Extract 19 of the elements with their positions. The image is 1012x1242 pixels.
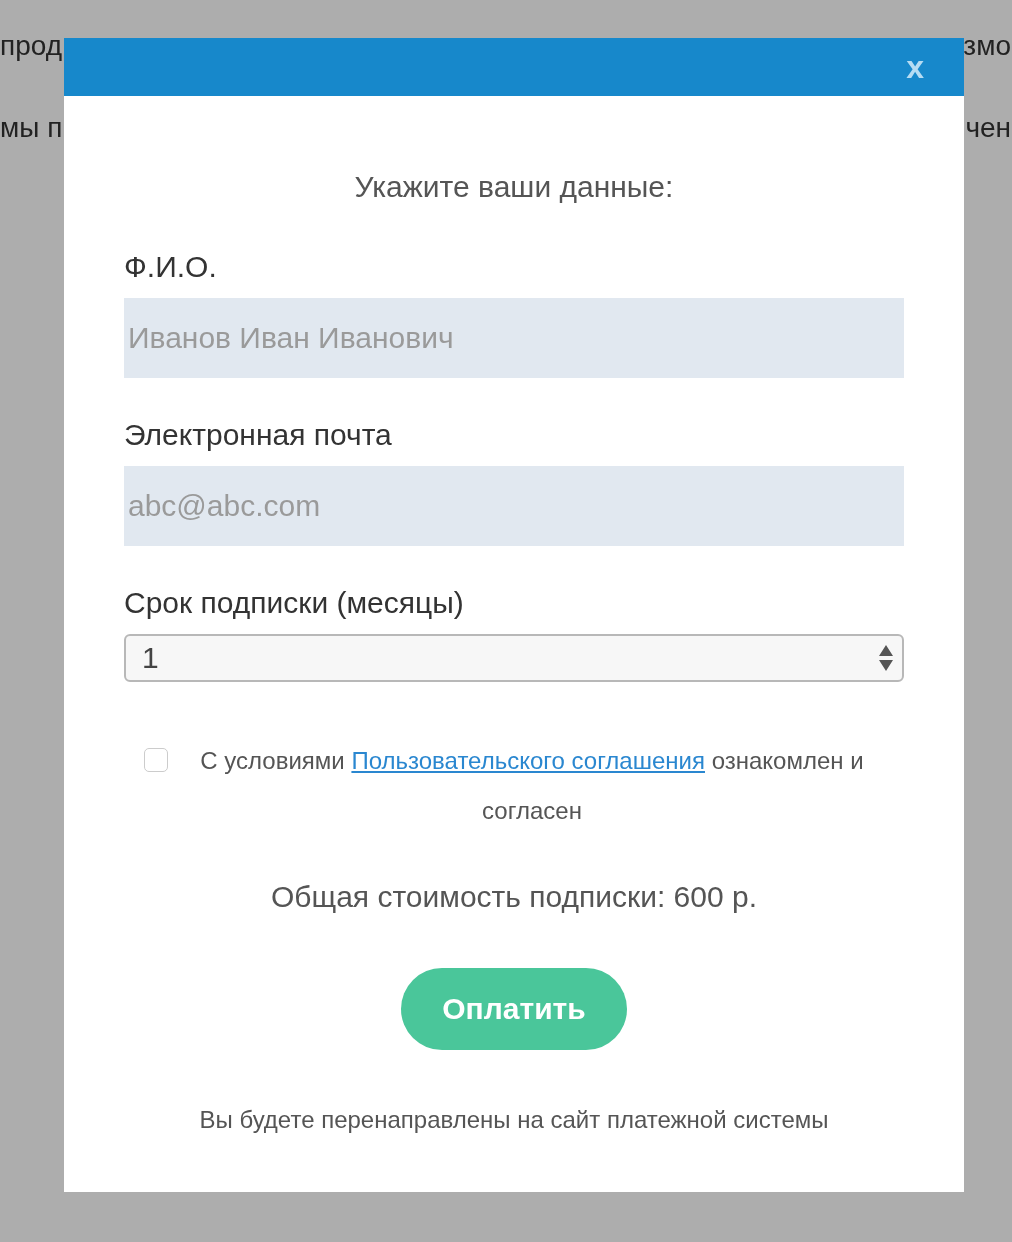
checkbox[interactable] — [144, 748, 168, 772]
input-field[interactable]: abc@abc.com — [124, 466, 904, 546]
input-field[interactable]: Иванов Иван Иванович — [124, 298, 904, 378]
field-label: Ф.И.О. — [124, 250, 217, 284]
field-label: Электронная почта — [124, 418, 392, 452]
background-text: чен — [965, 112, 1011, 144]
agreement-text: С условиями Пользовательского соглашения ознакомлен и согласен — [199, 746, 865, 826]
background-text: змо — [963, 30, 1011, 62]
stepper-icon — [878, 643, 894, 673]
redirect-note: Вы будете перенаправлены на сайт платежной системы — [198, 1106, 830, 1134]
field-label: Срок подписки (месяцы) — [124, 586, 464, 620]
agreement-link[interactable]: Пользовательского соглашения — [351, 747, 705, 774]
total-price: Общая стоимость подписки: 600 р. — [269, 880, 759, 914]
close-button[interactable]: x — [902, 51, 928, 83]
number-spinner[interactable]: 1 — [124, 634, 904, 682]
background-text: мы п — [0, 112, 63, 144]
background-text: прод — [0, 30, 63, 62]
pay-button[interactable]: Оплатить — [401, 968, 627, 1050]
dialog-title: Укажите ваши данные: — [353, 170, 675, 204]
